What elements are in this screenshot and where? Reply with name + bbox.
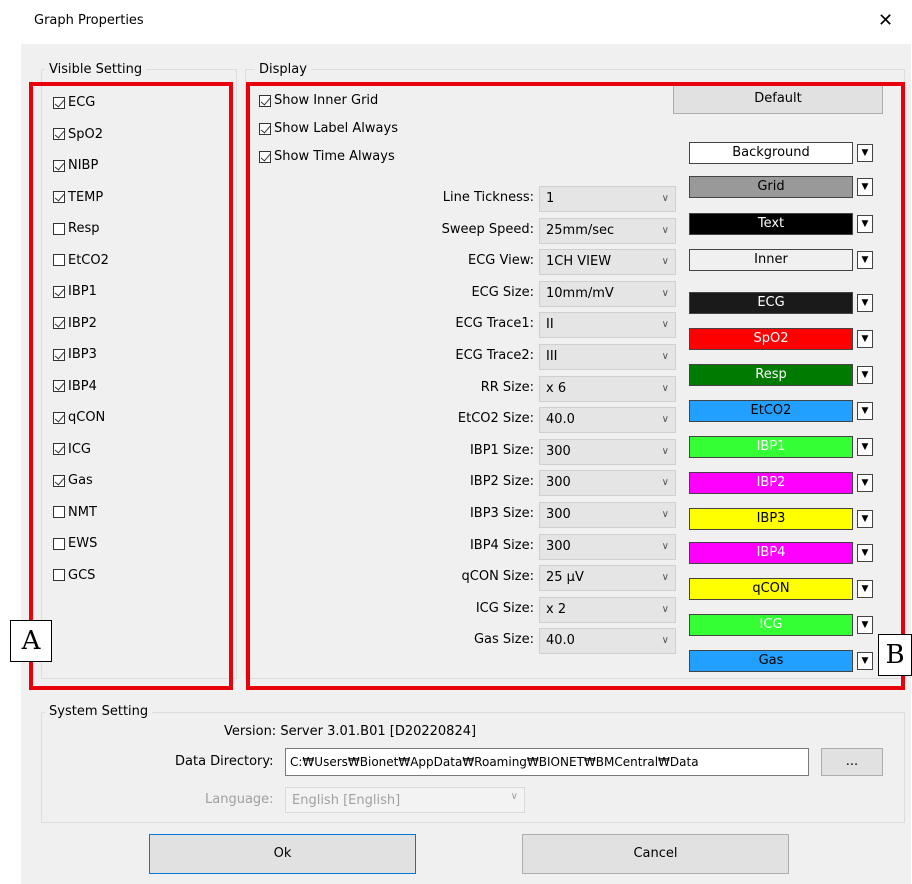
annotation-label-b: B — [878, 634, 912, 676]
data-directory-input[interactable]: C:₩Users₩Bionet₩AppData₩Roaming₩BIONET₩B… — [285, 748, 809, 776]
ok-button[interactable]: Ok — [149, 834, 416, 874]
browse-button[interactable]: ... — [821, 748, 883, 776]
close-icon[interactable]: ✕ — [878, 10, 893, 31]
version-text: Version: Server 3.01.B01 [D20220824] — [224, 724, 477, 739]
cancel-button[interactable]: Cancel — [522, 834, 789, 874]
display-label: Display — [255, 62, 311, 77]
window-title: Graph Properties — [34, 13, 144, 28]
highlight-box-b — [246, 82, 905, 690]
visible-setting-label: Visible Setting — [45, 62, 147, 77]
system-setting-label: System Setting — [45, 704, 153, 719]
annotation-label-a: A — [10, 620, 52, 662]
language-value: English [English] — [292, 793, 401, 808]
language-label: Language: — [205, 792, 274, 807]
data-directory-label: Data Directory: — [175, 754, 274, 769]
language-select[interactable]: English [English] ∨ — [285, 787, 525, 813]
title-bar: Graph Properties ✕ — [21, 0, 911, 44]
highlight-box-a — [29, 82, 233, 690]
chevron-down-icon: ∨ — [510, 791, 518, 802]
